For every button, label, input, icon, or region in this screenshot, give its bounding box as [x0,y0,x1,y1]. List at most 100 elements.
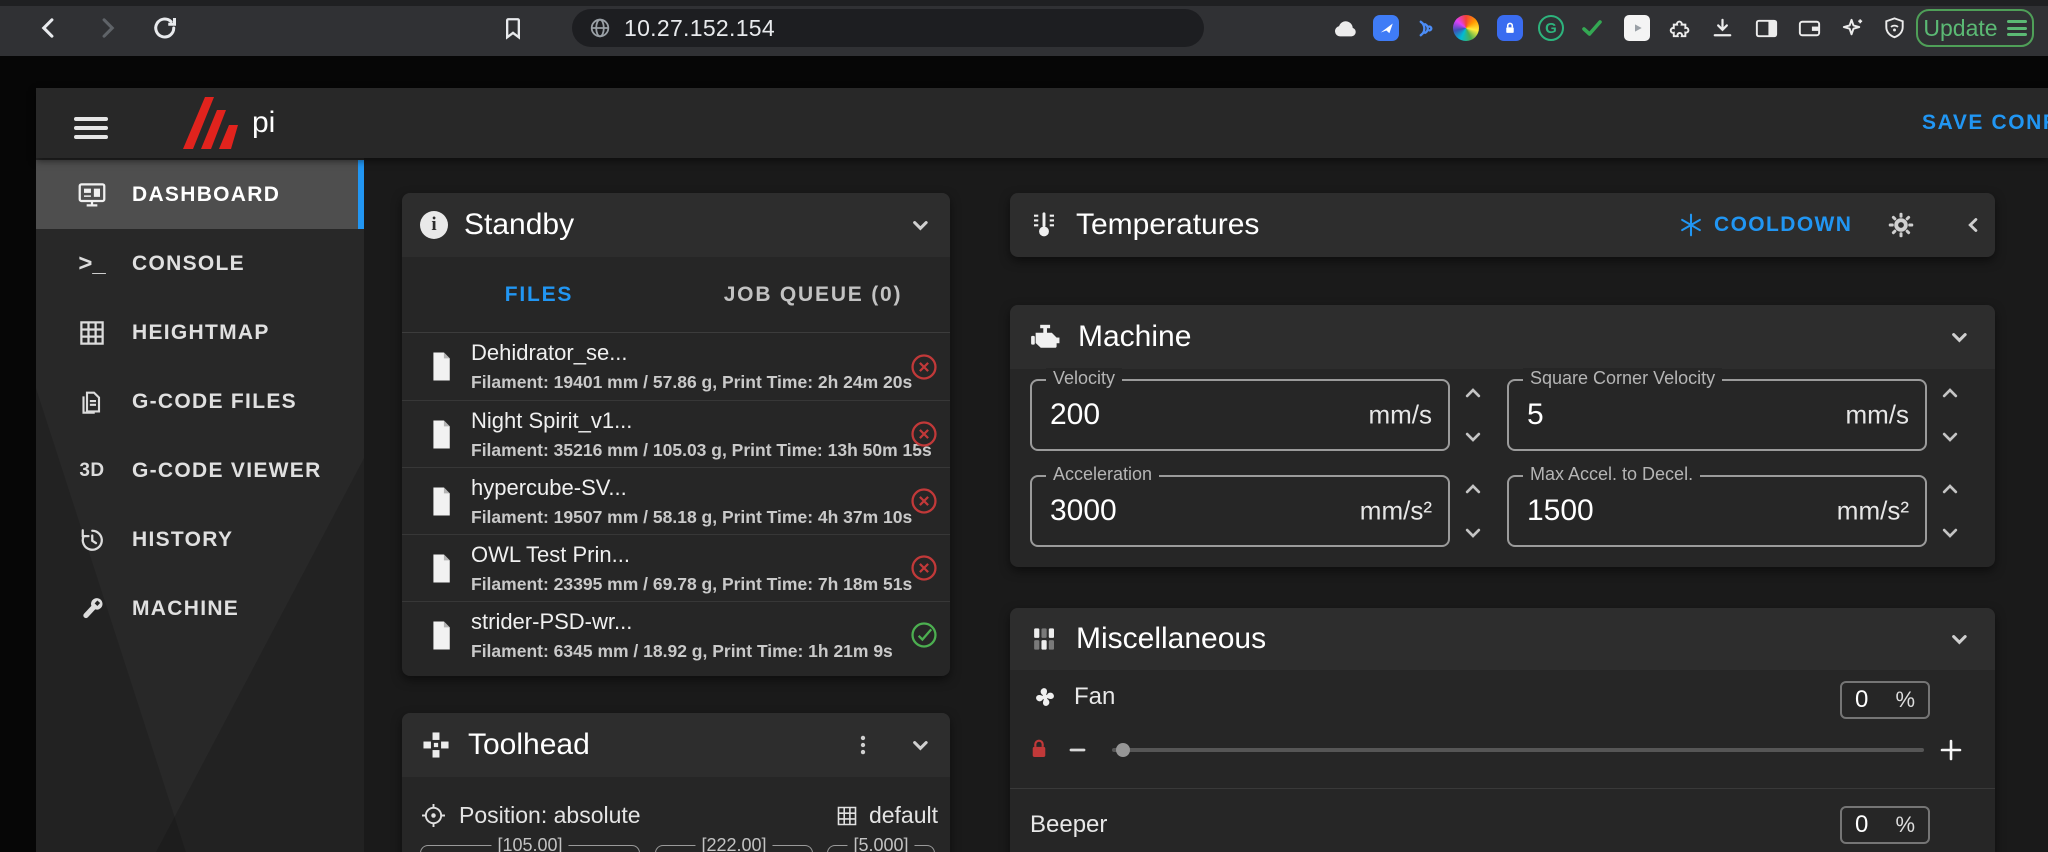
file-details: Filament: 35216 mm / 105.03 g, Print Tim… [471,439,932,460]
color-wheel-extension-icon[interactable] [1452,14,1480,42]
file-details: Filament: 19401 mm / 57.86 g, Print Time… [471,372,913,392]
fan-decrease-icon[interactable] [1064,736,1092,764]
sidebar-item-heightmap[interactable]: HEIGHTMAP [36,298,364,367]
increment-icon[interactable] [1936,475,1964,503]
printer-state: Standby [464,208,575,241]
file-name: Night Spirit_v1... [471,407,633,433]
sidebar-item-machine[interactable]: MACHINE [36,574,364,643]
increment-icon[interactable] [1459,475,1487,503]
browser-toolbar: 10.27.152.154 G Update [0,0,2048,56]
fan-slider-thumb[interactable] [1116,743,1130,757]
url-text: 10.27.152.154 [624,14,775,41]
back-button[interactable] [34,13,64,43]
sidebar-item-console[interactable]: >_ CONSOLE [36,229,364,298]
password-manager-extension-icon[interactable] [1496,14,1524,42]
sidebar-item-dashboard[interactable]: DASHBOARD [36,160,364,229]
sidebar-item-history[interactable]: HISTORY [36,505,364,574]
increment-icon[interactable] [1936,379,1964,407]
sparkle-extension-icon[interactable] [1838,14,1866,42]
shield-extension-icon[interactable] [1880,14,1908,42]
file-icon [433,554,450,582]
square-corner-velocity-field[interactable]: Square Corner Velocity 5 mm/s [1507,368,1927,451]
chevron-down-icon[interactable] [904,729,936,761]
forward-button[interactable] [92,13,122,43]
y-position-field[interactable]: [222.00] [655,835,813,852]
cooldown-button[interactable]: COOLDOWN [1678,193,1852,257]
tab-files[interactable]: FILES [402,257,676,332]
file-details: Filament: 23395 mm / 69.78 g, Print Time… [471,573,913,594]
sidebar-item-gcode-viewer[interactable]: 3D G-CODE VIEWER [36,436,364,505]
media-play-extension-icon[interactable] [1623,14,1651,42]
lock-icon[interactable] [1026,736,1052,762]
fan-increase-icon[interactable] [1936,735,1966,765]
chevron-down-icon[interactable] [904,209,936,241]
file-list-item[interactable]: OWL Test Prin... Filament: 23395 mm / 69… [402,534,950,601]
cancel-icon [911,488,937,514]
sidebar-toggle-icon[interactable] [1752,14,1780,42]
printer-name: pi [252,106,276,139]
file-name: hypercube-SV... [471,474,627,500]
mainsail-logo [183,97,238,149]
max-accel-to-decel-field[interactable]: Max Accel. to Decel. 1500 mm/s² [1507,464,1927,547]
fan-value-field[interactable]: 0 % [1840,681,1930,719]
position-label: Position: absolute [459,802,641,828]
status-panel: i Standby FILES JOB QUEUE (0) Dehidrator… [402,193,950,676]
compass-extension-icon[interactable] [1372,14,1400,42]
cloud-extension-icon[interactable] [1330,14,1358,42]
screen: 10.27.152.154 G Update pi SAVE CON DASHB… [0,0,2048,852]
decrement-icon[interactable] [1936,423,1964,451]
z-position-field[interactable]: [5.000] [827,835,935,852]
chevron-down-icon[interactable] [1943,321,1975,353]
checkmark-extension-icon[interactable] [1578,14,1606,42]
reload-button[interactable] [150,13,180,43]
signal-waves-extension-icon[interactable] [1412,14,1440,42]
tab-job-queue[interactable]: JOB QUEUE (0) [676,257,950,332]
file-list-item[interactable]: hypercube-SV... Filament: 19507 mm / 58.… [402,467,950,534]
cancel-icon [911,353,937,380]
decrement-icon[interactable] [1459,519,1487,547]
file-icon [433,352,450,381]
increment-icon[interactable] [1459,379,1487,407]
address-bar[interactable]: 10.27.152.154 [572,9,1204,47]
file-list-item[interactable]: Dehidrator_se... Filament: 19401 mm / 57… [402,333,950,400]
save-config-button[interactable]: SAVE CONFI [1922,88,2048,158]
download-icon[interactable] [1708,14,1736,42]
beeper-value-field[interactable]: 0 % [1840,806,1930,844]
engine-icon [1031,324,1060,348]
sidebar-item-label: G-CODE VIEWER [132,458,322,482]
menu-button[interactable] [66,104,116,152]
file-multiple-icon [74,387,110,417]
chevron-down-icon[interactable] [1943,623,1975,655]
file-details: Filament: 19507 mm / 58.18 g, Print Time… [471,506,913,527]
file-list-item[interactable]: Night Spirit_v1... Filament: 35216 mm / … [402,400,950,467]
acceleration-stepper [1458,475,1488,547]
grid-icon [74,318,110,348]
puzzle-extensions-icon[interactable] [1667,14,1695,42]
acceleration-field[interactable]: Acceleration 3000 mm/s² [1030,464,1450,547]
fan-slider[interactable] [1112,748,1924,752]
bookmark-button[interactable] [498,13,528,43]
file-icon [433,420,450,448]
velocity-field[interactable]: Velocity 200 mm/s [1030,368,1450,451]
chevron-left-icon[interactable] [1958,210,1988,240]
wallet-extension-icon[interactable] [1795,14,1823,42]
sidebar-item-label: HEIGHTMAP [132,320,270,344]
file-list-item[interactable]: strider-PSD-wr... Filament: 6345 mm / 18… [402,601,950,668]
file-details: Filament: 6345 mm / 18.92 g, Print Time:… [471,640,893,661]
decrement-icon[interactable] [1459,423,1487,451]
cancel-icon [911,421,937,447]
more-options-icon[interactable] [850,732,876,758]
grammarly-extension-icon[interactable]: G [1537,14,1565,42]
status-tabs: FILES JOB QUEUE (0) [402,257,950,333]
machine-panel-header: Machine [1010,305,1995,369]
decrement-icon[interactable] [1936,519,1964,547]
x-position-field[interactable]: [105.00] [420,835,640,852]
cancel-icon [911,555,937,581]
gear-icon[interactable] [1886,210,1916,240]
update-button[interactable]: Update [1916,9,2034,47]
sidebar-item-gcode-files[interactable]: G-CODE FILES [36,367,364,436]
bookmark-icon [506,18,520,40]
sidebar-item-label: HISTORY [132,527,234,551]
dpad-icon [423,732,449,758]
toolhead-panel-header: Toolhead [402,713,950,777]
